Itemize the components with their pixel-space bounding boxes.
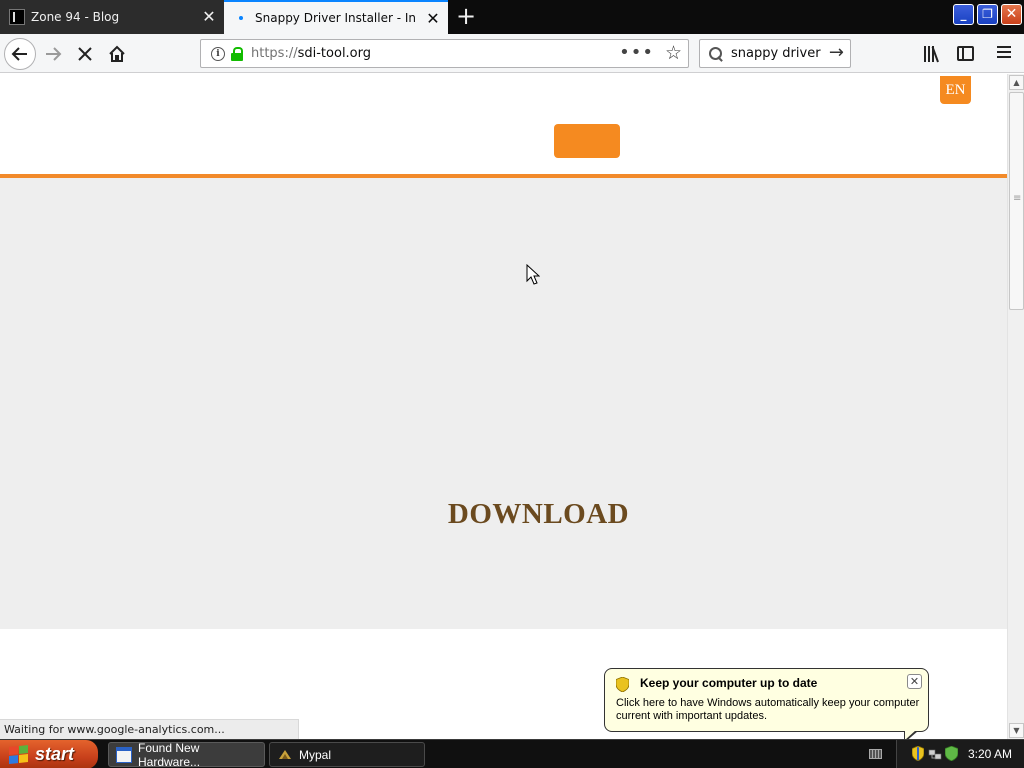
security-center-icon[interactable] xyxy=(912,746,924,761)
start-button[interactable]: start xyxy=(0,740,98,768)
bookmark-star-icon[interactable]: ☆ xyxy=(665,42,682,64)
download-heading[interactable]: DOWNLOAD xyxy=(0,498,1007,531)
status-text: Waiting for www.google-analytics.com... xyxy=(0,719,299,739)
page-actions-menu-icon[interactable]: ••• xyxy=(619,44,654,62)
arrow-left-icon xyxy=(11,47,27,61)
network-connection-icon[interactable] xyxy=(928,747,942,761)
lock-icon[interactable] xyxy=(231,46,243,61)
balloon-close-button[interactable]: ✕ xyxy=(907,674,922,689)
mypal-icon xyxy=(279,749,291,759)
back-button[interactable] xyxy=(4,38,36,70)
minimize-window-button[interactable]: _ xyxy=(953,4,974,25)
home-icon xyxy=(109,45,125,62)
mouse-cursor-icon xyxy=(526,264,540,285)
scroll-up-arrow-icon[interactable]: ▲ xyxy=(1009,75,1024,90)
vertical-scrollbar[interactable]: ▲ ▼ xyxy=(1007,74,1024,739)
update-notification-balloon[interactable]: Keep your computer up to date Click here… xyxy=(604,668,929,732)
tab-title: Zone 94 - Blog xyxy=(31,10,120,24)
tab-strip: Zone 94 - Blog ✕ Snappy Driver Installer… xyxy=(0,0,1024,34)
close-tab-icon[interactable]: ✕ xyxy=(424,10,442,28)
search-bar[interactable]: snappy driver → xyxy=(699,39,851,68)
clock[interactable]: 3:20 AM xyxy=(968,740,1012,768)
url-text[interactable]: https://sdi-tool.org xyxy=(251,46,371,61)
tab-title: Snappy Driver Installer - Install and up… xyxy=(255,11,415,25)
url-host: sdi-tool.org xyxy=(297,46,372,61)
search-icon xyxy=(709,46,723,61)
taskbar-button-found-new-hardware[interactable]: Found New Hardware... xyxy=(108,740,265,768)
new-tab-button[interactable]: + xyxy=(452,3,480,31)
library-icon[interactable] xyxy=(924,44,944,63)
forward-button[interactable] xyxy=(37,38,69,70)
hero-section: DOWNLOAD xyxy=(0,178,1007,629)
loading-dot-icon xyxy=(233,10,249,26)
search-go-arrow-icon[interactable]: → xyxy=(829,42,844,63)
arrow-right-icon xyxy=(46,47,62,61)
info-icon[interactable]: i xyxy=(211,46,225,61)
search-input[interactable]: snappy driver xyxy=(731,46,821,61)
taskbar-button-label: Found New Hardware... xyxy=(138,740,201,768)
windows-logo-icon xyxy=(9,744,29,764)
tab-snappy-driver-installer[interactable]: Snappy Driver Installer - Install and up… xyxy=(224,0,448,34)
scrollbar-thumb[interactable] xyxy=(1009,92,1024,310)
keyboard-layout-icon[interactable] xyxy=(869,749,882,759)
close-tab-icon[interactable]: ✕ xyxy=(200,8,218,26)
navigation-toolbar: i https://sdi-tool.org ••• ☆ snappy driv… xyxy=(0,34,1024,73)
zone94-favicon-icon xyxy=(9,9,25,25)
taskbar-button-mypal[interactable]: Mypal xyxy=(269,742,425,767)
language-button[interactable]: EN xyxy=(940,76,971,104)
automatic-updates-icon[interactable] xyxy=(945,746,958,761)
stop-button[interactable] xyxy=(69,38,101,70)
page-viewport: EN DOWNLOAD Waiting for www.google-analy… xyxy=(0,74,1007,739)
system-tray: 3:20 AM xyxy=(896,740,1024,768)
url-scheme: https:// xyxy=(251,46,298,61)
hardware-window-icon xyxy=(116,746,132,763)
home-button[interactable] xyxy=(101,38,133,70)
start-label: start xyxy=(35,744,75,764)
balloon-title: Keep your computer up to date xyxy=(640,676,818,690)
url-bar[interactable]: i https://sdi-tool.org ••• ☆ xyxy=(200,39,689,68)
tab-zone94-blog[interactable]: Zone 94 - Blog ✕ xyxy=(0,0,224,34)
hamburger-menu-icon[interactable] xyxy=(997,46,1013,60)
close-icon xyxy=(78,47,92,61)
close-window-button[interactable]: ✕ xyxy=(1001,4,1022,25)
scroll-down-arrow-icon[interactable]: ▼ xyxy=(1009,723,1024,738)
taskbar: start Found New Hardware... Mypal 3:20 A… xyxy=(0,739,1024,768)
security-shield-icon xyxy=(616,677,629,692)
balloon-body[interactable]: Click here to have Windows automatically… xyxy=(616,697,921,723)
sidebar-toggle-icon[interactable] xyxy=(957,46,974,61)
taskbar-button-label: Mypal xyxy=(299,747,332,762)
header-orange-button[interactable] xyxy=(554,124,620,158)
restore-window-button[interactable]: ❐ xyxy=(977,4,998,25)
